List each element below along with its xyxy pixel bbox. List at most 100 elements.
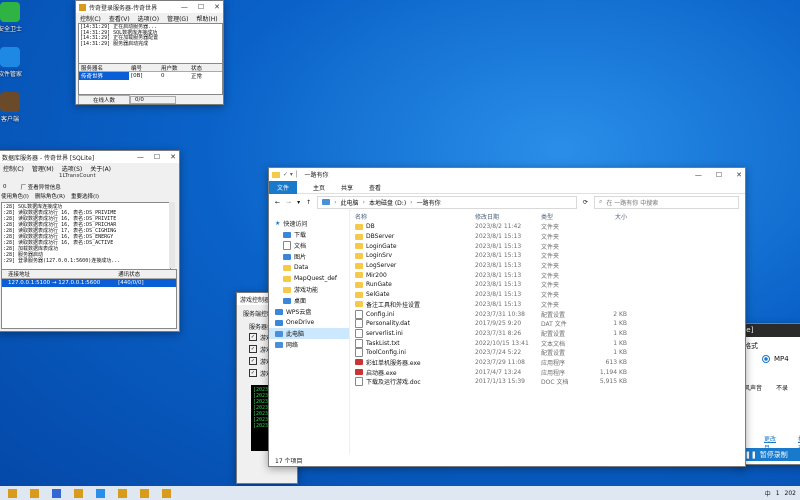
file-row[interactable]: 备注工具和外挂设置 2023/8/1 15:13 文件夹: [351, 300, 745, 310]
nav-item[interactable]: 文档: [269, 240, 349, 251]
file-row[interactable]: DB 2023/8/2 11:42 文件夹: [351, 222, 745, 232]
checkbox-icon[interactable]: ✓: [249, 345, 257, 353]
file-row[interactable]: DBServer 2023/8/1 15:13 文件夹: [351, 232, 745, 242]
ribbon-tab[interactable]: 共享: [341, 183, 353, 192]
column-header[interactable]: 编号: [129, 64, 159, 72]
exception-checkbox[interactable]: 厂 查看异常信息: [21, 183, 61, 191]
table-row[interactable]: 127.0.0.1:5100 → 127.0.0.1:5600 [440/0/0]: [2, 279, 176, 287]
file-row[interactable]: RunGate 2023/8/1 15:13 文件夹: [351, 280, 745, 290]
file-row[interactable]: LoginSrv 2023/8/1 15:13 文件夹: [351, 251, 745, 261]
nav-item[interactable]: Data: [269, 262, 349, 273]
format-value[interactable]: MP4: [774, 355, 789, 363]
breadcrumb-item[interactable]: 一路有你: [417, 198, 441, 207]
menu-item[interactable]: 选项(S): [62, 164, 83, 173]
taskbar-app[interactable]: [136, 487, 152, 499]
taskbar-app[interactable]: [48, 487, 64, 499]
clock-date[interactable]: 202: [785, 490, 796, 497]
breadcrumb-item[interactable]: 本地磁盘 (D:): [369, 198, 406, 207]
back-icon[interactable]: ←: [275, 199, 280, 206]
important-option[interactable]: 重要选择(I): [71, 192, 99, 200]
nav-item[interactable]: ★ 快速访问: [269, 218, 349, 229]
column-header[interactable]: 状态: [189, 64, 221, 72]
taskbar-app[interactable]: [26, 487, 42, 499]
column-header[interactable]: 名称: [351, 212, 475, 221]
file-row[interactable]: Mir200 2023/8/1 15:13 文件夹: [351, 270, 745, 280]
menu-item[interactable]: 控制(C): [80, 14, 101, 23]
breadcrumb-item[interactable]: 此电脑: [341, 198, 359, 207]
nav-item[interactable]: 游戏功能: [269, 284, 349, 295]
checkbox-icon[interactable]: ✓: [249, 333, 257, 341]
quick-access-toolbar[interactable]: ✓ ▾ │: [283, 171, 298, 178]
maximize-icon[interactable]: ☐: [198, 3, 204, 11]
file-row[interactable]: 下载及运行游戏.doc 2017/1/13 15:39 DOC 文档 5,915 KB: [351, 377, 745, 387]
clock-time[interactable]: 1: [776, 490, 780, 497]
file-row[interactable]: Personality.dat 2017/9/25 9:20 DAT 文件 1 KB: [351, 319, 745, 329]
ribbon-tab[interactable]: 主页: [313, 183, 325, 192]
delete-role-option[interactable]: 删除角色(R): [35, 192, 65, 200]
file-row[interactable]: 彩虹单机服务器.exe 2023/7/29 11:08 应用程序 613 KB: [351, 358, 745, 368]
ribbon-tab[interactable]: 文件: [269, 180, 298, 194]
taskbar-app[interactable]: [114, 487, 130, 499]
log-scrollbar[interactable]: [169, 202, 175, 268]
up-icon[interactable]: ↑: [306, 199, 311, 206]
nav-item[interactable]: WPS云盘: [269, 306, 349, 317]
login-titlebar[interactable]: 传奇登录服务器-传奇世界 — ☐ ✕: [76, 1, 223, 13]
use-role-option[interactable]: 使用角色(I): [1, 192, 29, 200]
search-input[interactable]: ⌕ 在 一路有你 中搜索: [594, 195, 739, 209]
file-row[interactable]: SelGate 2023/8/1 15:13 文件夹: [351, 290, 745, 300]
minimize-icon[interactable]: —: [137, 153, 144, 161]
breadcrumb-separator-icon[interactable]: ›: [363, 199, 365, 206]
column-header[interactable]: 修改日期: [475, 212, 541, 221]
recent-icon[interactable]: ▾: [297, 199, 300, 206]
column-header[interactable]: 服务器名: [79, 64, 129, 72]
breadcrumb-separator-icon[interactable]: ›: [334, 199, 336, 206]
ime-icon[interactable]: 中: [765, 489, 771, 498]
nav-item[interactable]: 网络: [269, 339, 349, 350]
desktop-icon[interactable]: 软件管家: [0, 47, 28, 78]
address-box[interactable]: › 此电脑 › 本地磁盘 (D:) › 一路有你: [317, 195, 577, 209]
refresh-icon[interactable]: ⟳: [583, 199, 588, 206]
file-row[interactable]: serverlist.ini 2023/7/31 8:26 配置设置 1 KB: [351, 328, 745, 339]
taskbar-app[interactable]: [92, 487, 108, 499]
nav-item[interactable]: 图片: [269, 251, 349, 262]
nav-item[interactable]: MapQuest_def: [269, 273, 349, 284]
file-row[interactable]: Config.ini 2023/7/31 10:38 配置设置 2 KB: [351, 309, 745, 319]
menu-item[interactable]: 管理(M): [32, 164, 54, 173]
nav-item[interactable]: 桌面: [269, 295, 349, 306]
file-row[interactable]: LoginGate 2023/8/1 15:13 文件夹: [351, 241, 745, 251]
file-row[interactable]: 启动器.exe 2017/4/7 13:24 应用程序 1,194 KB: [351, 367, 745, 377]
checkbox-icon[interactable]: ✓: [249, 357, 257, 365]
file-row[interactable]: LogServer 2023/8/1 15:13 文件夹: [351, 261, 745, 271]
pause-recording-button[interactable]: ❚❚ 暂停录制: [742, 448, 800, 461]
table-row[interactable]: 传奇世界 [0B] 0 正常: [79, 71, 222, 80]
nav-item[interactable]: 下载: [269, 229, 349, 240]
ribbon-tab[interactable]: 查看: [369, 183, 381, 192]
taskbar-app[interactable]: [158, 487, 174, 499]
column-header[interactable]: 大小: [597, 212, 627, 221]
minimize-icon[interactable]: —: [181, 3, 188, 11]
column-header[interactable]: 类型: [541, 212, 597, 221]
close-icon[interactable]: ✕: [170, 153, 176, 161]
forward-icon[interactable]: →: [286, 199, 291, 206]
menu-item[interactable]: 查看(V): [109, 14, 130, 23]
taskbar-app[interactable]: [70, 487, 86, 499]
column-header[interactable]: 用户数: [159, 64, 189, 72]
checkbox-icon[interactable]: ✓: [249, 369, 257, 377]
desktop-icon[interactable]: 安全卫士: [0, 2, 28, 33]
audio-option[interactable]: 不录: [776, 383, 788, 392]
file-row[interactable]: TaskList.txt 2022/10/15 13:41 文本文档 1 KB: [351, 338, 745, 348]
nav-item[interactable]: 此电脑: [269, 328, 349, 339]
desktop-icon[interactable]: 客户端: [0, 92, 28, 123]
menu-item[interactable]: 关于(A): [90, 164, 111, 173]
file-row[interactable]: ToolConfig.ini 2023/7/24 5:22 配置设置 1 KB: [351, 348, 745, 358]
menu-item[interactable]: 管理(G): [167, 14, 188, 23]
maximize-icon[interactable]: ☐: [716, 171, 722, 179]
menu-item[interactable]: 选项(O): [138, 14, 159, 23]
maximize-icon[interactable]: ☐: [154, 153, 160, 161]
minimize-icon[interactable]: —: [695, 171, 702, 179]
column-header[interactable]: 连接地址: [2, 270, 112, 278]
column-header[interactable]: 通讯状态: [112, 270, 176, 278]
close-icon[interactable]: ✕: [214, 3, 220, 11]
breadcrumb-separator-icon[interactable]: ›: [410, 199, 412, 206]
taskbar-app[interactable]: [4, 487, 20, 499]
